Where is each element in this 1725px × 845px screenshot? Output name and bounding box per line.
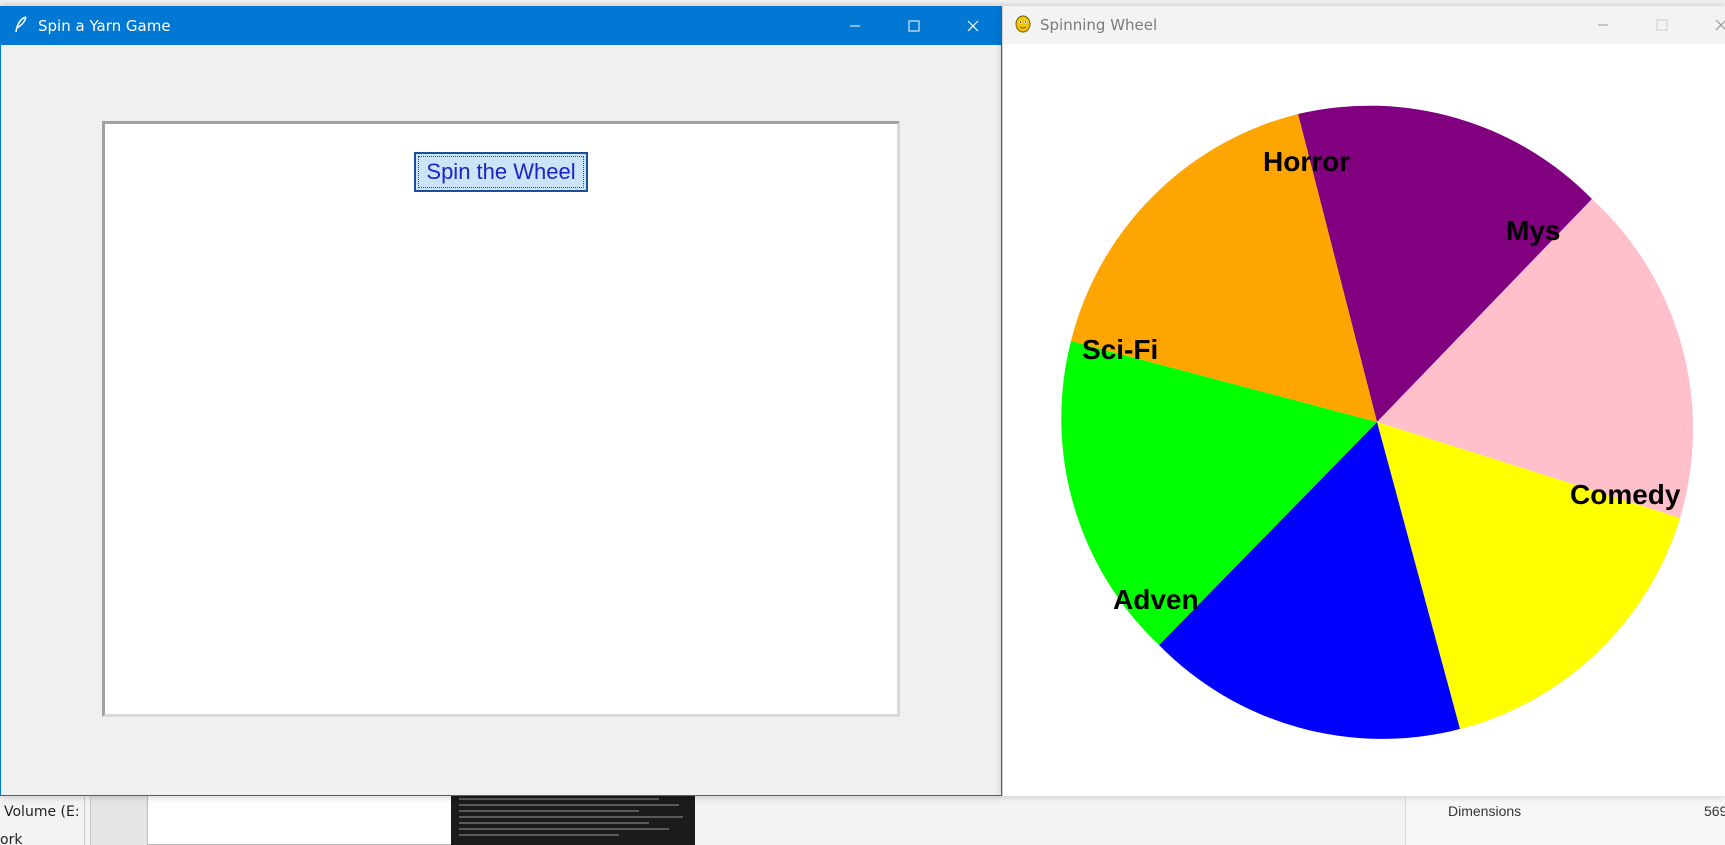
minimize-button[interactable] [826,7,884,45]
title-bar[interactable]: Spinning Wheel [1003,6,1725,44]
window-title: Spin a Yarn Game [38,17,171,35]
minimize-icon [1598,24,1608,26]
terminal-line [459,804,679,806]
feather-icon [13,16,29,34]
background-window-thumbnail [90,792,459,845]
close-icon [1715,19,1725,31]
terminal-line [459,834,619,836]
maximize-button[interactable] [1633,6,1691,44]
wheel-label-horror: Horror [1263,146,1350,177]
wheel-label-mystery: Mys [1506,215,1560,246]
background-volume-label: Volume (E: [4,804,80,820]
maximize-icon [1656,19,1668,31]
wheel-segments [1061,105,1694,739]
spinning-wheel: Horror Mys Comedy Adven Sci-Fi [1061,105,1694,739]
spin-the-wheel-button[interactable]: Spin the Wheel [414,152,588,192]
background-sheet [147,792,459,845]
title-bar[interactable]: Spin a Yarn Game [1,7,1001,45]
wheel-label-adventure: Adven [1113,584,1199,615]
dimensions-label: Dimensions [1448,803,1522,819]
window-title: Spinning Wheel [1040,16,1158,34]
wheel-label-comedy: Comedy [1570,479,1681,510]
close-button[interactable] [1692,6,1725,44]
close-icon [967,20,979,32]
background-work-label: ork [0,832,23,845]
maximize-button[interactable] [885,7,943,45]
spin-a-yarn-window: Spin a Yarn Game Spin the Wheel [0,6,1002,796]
spinning-wheel-window: Spinning Wheel Horror Mys Comedy Adven S… [1002,6,1725,796]
maximize-icon [908,20,920,32]
wheel-label-scifi: Sci-Fi [1082,334,1158,365]
terminal-line [459,822,649,824]
minimize-icon [850,25,860,27]
terminal-line [459,810,639,812]
terminal-line [459,816,683,818]
background-terminal-thumbnail [451,792,695,845]
pygame-snake-icon [1014,15,1032,33]
close-button[interactable] [944,7,1002,45]
divider [84,792,85,845]
minimize-button[interactable] [1574,6,1632,44]
terminal-line [459,798,659,800]
terminal-line [459,828,669,830]
dimensions-value: 569 [1704,803,1725,819]
canvas-area [102,121,900,717]
